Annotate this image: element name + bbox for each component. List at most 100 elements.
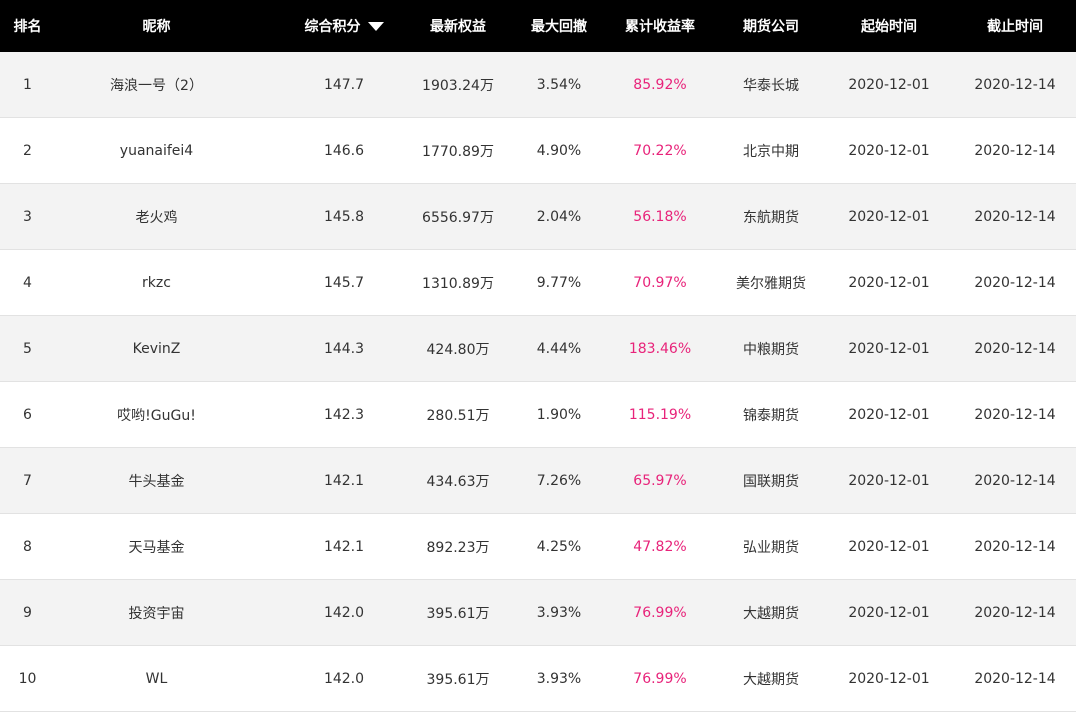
cell-rank: 4	[23, 274, 32, 291]
cell-score: 147.7	[323, 76, 365, 93]
header-score-sort[interactable]: 综合积分	[290, 0, 398, 52]
cell-end: 2020-12-14	[974, 340, 1056, 357]
cell-start: 2020-12-01	[848, 670, 930, 687]
cell-start: 2020-12-01	[848, 208, 930, 225]
cell-equity: 434.63万	[426, 473, 490, 490]
table-header: 排名 昵称 综合积分 最新权益 最大回撤 累计收益率 期货公司 起始时间 截止时…	[0, 0, 1076, 52]
cell-return: 76.99%	[633, 670, 687, 687]
cell-nickname: 老火鸡	[135, 209, 178, 226]
cell-company: 大越期货	[743, 671, 799, 688]
cell-drawdown: 3.93%	[536, 604, 582, 621]
cell-score: 142.1	[323, 538, 365, 555]
ranking-table: 排名 昵称 综合积分 最新权益 最大回撤 累计收益率 期货公司 起始时间 截止时…	[0, 0, 1076, 712]
cell-equity: 395.61万	[426, 605, 490, 622]
cell-end: 2020-12-14	[974, 208, 1056, 225]
cell-score: 144.3	[323, 340, 365, 357]
cell-start: 2020-12-01	[848, 76, 930, 93]
cell-equity: 424.80万	[426, 341, 490, 358]
cell-return: 70.97%	[633, 274, 687, 291]
header-end: 截止时间	[987, 19, 1043, 35]
cell-return: 70.22%	[633, 142, 687, 159]
cell-company: 美尔雅期货	[736, 275, 806, 292]
cell-end: 2020-12-14	[974, 406, 1056, 423]
cell-equity: 6556.97万	[422, 209, 494, 226]
cell-equity: 280.51万	[426, 407, 490, 424]
cell-start: 2020-12-01	[848, 340, 930, 357]
cell-company: 国联期货	[743, 473, 799, 490]
cell-score: 142.1	[323, 472, 365, 489]
header-start: 起始时间	[861, 19, 917, 35]
cell-rank: 7	[23, 472, 32, 489]
table-row: 3 老火鸡 145.8 6556.97万 2.04% 56.18% 东航期货 2020-12-…	[0, 184, 1076, 250]
cell-return: 85.92%	[633, 76, 687, 93]
cell-nickname: 牛头基金	[128, 473, 185, 490]
table-row: 1 海浪一号（2） 147.7 1903.24万 3.54% 85.92% 华泰长城 2020…	[0, 52, 1076, 118]
cell-equity: 1310.89万	[422, 275, 494, 292]
cell-end: 2020-12-14	[974, 604, 1056, 621]
cell-company: 大越期货	[743, 605, 799, 622]
header-nickname: 昵称	[142, 19, 171, 35]
table-row: 6 哎哟!GuGu! 142.3 280.51万 1.90% 115.19% 锦泰期货 202…	[0, 382, 1076, 448]
header-equity: 最新权益	[430, 19, 486, 35]
cell-end: 2020-12-14	[974, 142, 1056, 159]
cell-drawdown: 2.04%	[536, 208, 582, 225]
cell-rank: 3	[23, 208, 32, 225]
cell-score: 145.7	[323, 274, 365, 291]
cell-end: 2020-12-14	[974, 670, 1056, 687]
cell-rank: 8	[23, 538, 32, 555]
cell-rank: 9	[23, 604, 32, 621]
cell-end: 2020-12-14	[974, 538, 1056, 555]
cell-end: 2020-12-14	[974, 472, 1056, 489]
cell-rank: 6	[23, 406, 32, 423]
cell-company: 锦泰期货	[743, 407, 799, 424]
header-return: 累计收益率	[625, 19, 695, 35]
cell-nickname: 海浪一号（2）	[110, 77, 203, 94]
cell-return: 115.19%	[628, 406, 692, 423]
cell-return: 76.99%	[633, 604, 687, 621]
cell-return: 183.46%	[628, 340, 692, 357]
table-row: 2 yuanaifei4 146.6 1770.89万 4.90% 70.22% 北京中期 2…	[0, 118, 1076, 184]
cell-score: 146.6	[323, 142, 365, 159]
cell-score: 142.3	[323, 406, 365, 423]
cell-nickname: KevinZ	[132, 340, 181, 357]
cell-score: 142.0	[323, 670, 365, 687]
cell-company: 东航期货	[743, 209, 799, 226]
header-drawdown: 最大回撤	[531, 19, 587, 35]
cell-return: 65.97%	[633, 472, 687, 489]
table-row: 9 投资宇宙 142.0 395.61万 3.93% 76.99% 大越期货 2020-12-…	[0, 580, 1076, 646]
cell-start: 2020-12-01	[848, 406, 930, 423]
cell-company: 弘业期货	[743, 539, 799, 556]
cell-nickname: 哎哟!GuGu!	[117, 407, 196, 424]
cell-nickname: 天马基金	[128, 539, 185, 556]
table-row: 7 牛头基金 142.1 434.63万 7.26% 65.97% 国联期货 2020-12-…	[0, 448, 1076, 514]
header-rank: 排名	[13, 19, 42, 35]
cell-drawdown: 4.25%	[536, 538, 582, 555]
cell-end: 2020-12-14	[974, 76, 1056, 93]
cell-rank: 5	[23, 340, 32, 357]
cell-start: 2020-12-01	[848, 538, 930, 555]
header-company: 期货公司	[743, 19, 799, 35]
cell-equity: 1903.24万	[422, 77, 494, 94]
cell-start: 2020-12-01	[848, 274, 930, 291]
cell-nickname: yuanaifei4	[119, 142, 194, 159]
cell-nickname: WL	[145, 670, 168, 687]
cell-start: 2020-12-01	[848, 604, 930, 621]
cell-drawdown: 3.54%	[536, 76, 582, 93]
cell-drawdown: 3.93%	[536, 670, 582, 687]
cell-company: 中粮期货	[743, 341, 799, 358]
cell-rank: 2	[23, 142, 32, 159]
cell-equity: 395.61万	[426, 671, 490, 688]
cell-drawdown: 4.90%	[536, 142, 582, 159]
cell-return: 56.18%	[633, 208, 687, 225]
cell-drawdown: 4.44%	[536, 340, 582, 357]
cell-start: 2020-12-01	[848, 472, 930, 489]
cell-drawdown: 1.90%	[536, 406, 582, 423]
cell-equity: 1770.89万	[422, 143, 494, 160]
header-score-label: 综合积分	[304, 19, 361, 35]
cell-company: 北京中期	[743, 143, 799, 160]
cell-drawdown: 7.26%	[536, 472, 582, 489]
cell-rank: 10	[18, 670, 37, 687]
cell-equity: 892.23万	[426, 539, 490, 556]
table-row: 4 rkzc 145.7 1310.89万 9.77% 70.97% 美尔雅期货 2020-1…	[0, 250, 1076, 316]
cell-score: 145.8	[323, 208, 365, 225]
